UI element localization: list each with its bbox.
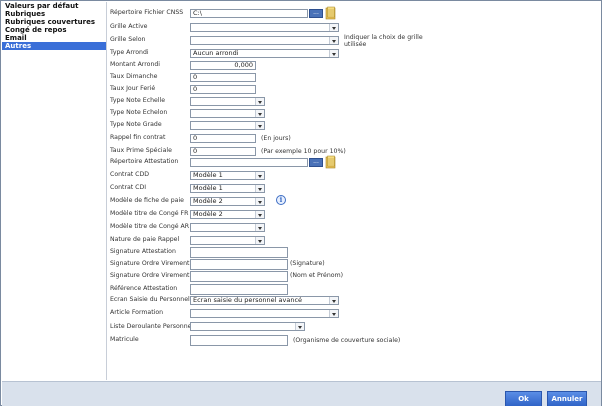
taux-jour-ferie-input[interactable]: 0 xyxy=(190,85,256,94)
taux-prime-speciale-label: Taux Prime Spéciale xyxy=(110,147,172,154)
chevron-down-icon[interactable] xyxy=(329,37,338,44)
contrat-cdd-select[interactable]: Modèle 1 xyxy=(190,171,265,180)
montant-arrondi-input[interactable]: 0,000 xyxy=(190,61,256,70)
signature-ordre-virement-nom-label: Signature Ordre Virement xyxy=(110,272,190,279)
taux-dimanche-label: Taux Dimanche xyxy=(110,73,158,80)
type-note-echelle-label: Type Note Echelle xyxy=(110,97,166,104)
signature-ordre-virement-input[interactable] xyxy=(190,259,288,270)
article-formation-select[interactable] xyxy=(190,309,339,318)
chevron-down-icon[interactable] xyxy=(329,297,338,304)
modele-conge-ar-select[interactable] xyxy=(190,223,265,232)
reference-attestation-label: Référence Attestation xyxy=(110,285,178,292)
chevron-down-icon[interactable] xyxy=(255,172,264,179)
matricule-label: Matricule xyxy=(110,336,139,343)
taux-dimanche-input[interactable]: 0 xyxy=(190,73,256,82)
chevron-down-icon[interactable] xyxy=(255,122,264,129)
reference-attestation-input[interactable] xyxy=(190,284,288,295)
ecran-saisie-label: Ecran Saisie du Personnel xyxy=(110,296,190,303)
signature-ordre-virement-nom-input[interactable] xyxy=(190,271,288,282)
modele-conge-fr-value: Modèle 2 xyxy=(193,210,223,218)
signature-attestation-label: Signature Attestation xyxy=(110,248,176,255)
modele-fiche-paie-value: Modèle 2 xyxy=(193,197,223,205)
modele-fiche-paie-select[interactable]: Modèle 2 xyxy=(190,197,265,206)
chevron-down-icon[interactable] xyxy=(329,24,338,31)
article-formation-label: Article Formation xyxy=(110,309,164,316)
matricule-hint: (Organisme de couverture sociale) xyxy=(293,337,401,344)
liste-deroulante-select[interactable] xyxy=(190,322,305,331)
modele-conge-fr-label: Modèle titre de Congé FR xyxy=(110,210,189,217)
matricule-input[interactable] xyxy=(190,335,288,346)
taux-prime-speciale-input[interactable]: 0 xyxy=(190,147,256,156)
chevron-down-icon[interactable] xyxy=(329,310,338,317)
type-note-echelle-select[interactable] xyxy=(190,97,265,106)
ecran-saisie-value: Ecran saisie du personnel avancé xyxy=(193,296,303,304)
type-note-echelon-select[interactable] xyxy=(190,109,265,118)
settings-window: Valeurs par défaut Rubriques Rubriques c… xyxy=(0,0,602,406)
taux-prime-speciale-hint: (Par exemple 10 pour 10%) xyxy=(261,148,346,155)
type-note-grade-label: Type Note Grade xyxy=(110,121,162,128)
sidebar-item-valeurs-par-defaut[interactable]: Valeurs par défaut xyxy=(2,2,106,10)
repertoire-attestation-browse-button[interactable]: ... xyxy=(309,158,323,167)
sidebar-item-email[interactable]: Email xyxy=(2,34,106,42)
type-note-grade-select[interactable] xyxy=(190,121,265,130)
repertoire-attestation-input[interactable] xyxy=(190,158,308,167)
signature-ordre-virement-hint: (Signature) xyxy=(290,260,325,267)
signature-attestation-input[interactable] xyxy=(190,247,288,258)
chevron-down-icon[interactable] xyxy=(255,110,264,117)
chevron-down-icon[interactable] xyxy=(329,50,338,57)
chevron-down-icon[interactable] xyxy=(255,98,264,105)
contrat-cdi-label: Contrat CDI xyxy=(110,184,147,191)
repertoire-cnss-browse-button[interactable]: ... xyxy=(309,9,323,18)
repertoire-attestation-label: Répertoire Attestation xyxy=(110,158,179,165)
grille-selon-label: Grille Selon xyxy=(110,36,146,43)
rappel-fin-contrat-label: Rappel fin contrat xyxy=(110,134,166,141)
signature-ordre-virement-label: Signature Ordre Virement xyxy=(110,260,190,267)
rappel-fin-contrat-input[interactable]: 0 xyxy=(190,134,256,143)
nature-paie-rappel-label: Nature de paie Rappel xyxy=(110,236,180,243)
modele-conge-ar-label: Modèle titre de Congé AR xyxy=(110,223,190,230)
folder-icon[interactable] xyxy=(325,6,337,20)
sidebar-item-rubriques[interactable]: Rubriques xyxy=(2,10,106,18)
grille-active-select[interactable] xyxy=(190,23,339,32)
signature-ordre-virement-nom-hint: (Nom et Prénom) xyxy=(290,272,344,279)
sidebar-item-autres[interactable]: Autres xyxy=(2,42,106,50)
sidebar-item-conge-de-repos[interactable]: Congé de repos xyxy=(2,26,106,34)
ecran-saisie-select[interactable]: Ecran saisie du personnel avancé xyxy=(190,296,339,305)
folder-icon[interactable] xyxy=(325,155,337,169)
chevron-down-icon[interactable] xyxy=(255,185,264,192)
grille-selon-select[interactable] xyxy=(190,36,339,45)
dialog-footer: Ok Annuler xyxy=(2,381,601,406)
liste-deroulante-label: Liste Deroulante Personne xyxy=(110,323,192,330)
type-note-echelon-label: Type Note Echelon xyxy=(110,109,168,116)
repertoire-cnss-label: Répertoire Fichier CNSS xyxy=(110,9,184,16)
nature-paie-rappel-select[interactable] xyxy=(190,236,265,245)
chevron-down-icon[interactable] xyxy=(255,211,264,218)
info-icon[interactable]: i xyxy=(276,195,286,205)
chevron-down-icon[interactable] xyxy=(295,323,304,330)
grille-active-label: Grille Active xyxy=(110,23,148,30)
modele-fiche-paie-label: Modèle de fiche de paie xyxy=(110,197,184,204)
repertoire-cnss-input[interactable]: C:\ xyxy=(190,9,308,18)
contrat-cdi-value: Modèle 1 xyxy=(193,184,223,192)
taux-jour-ferie-label: Taux Jour Ferié xyxy=(110,85,156,92)
montant-arrondi-label: Montant Arrondi xyxy=(110,61,161,68)
ok-button[interactable]: Ok xyxy=(505,391,542,406)
chevron-down-icon[interactable] xyxy=(255,224,264,231)
settings-form: Répertoire Fichier CNSS C:\ ... Grille A… xyxy=(108,2,601,380)
cancel-button[interactable]: Annuler xyxy=(547,391,587,406)
type-arrondi-value: Aucun arrondi xyxy=(193,49,239,57)
contrat-cdd-value: Modèle 1 xyxy=(193,171,223,179)
type-arrondi-label: Type Arrondi xyxy=(110,49,149,56)
chevron-down-icon[interactable] xyxy=(255,198,264,205)
sidebar-item-rubriques-couvertures[interactable]: Rubriques couvertures xyxy=(2,18,106,26)
rappel-fin-contrat-hint: (En jours) xyxy=(261,135,291,142)
contrat-cdd-label: Contrat CDD xyxy=(110,171,150,178)
type-arrondi-select[interactable]: Aucun arrondi xyxy=(190,49,339,58)
sidebar: Valeurs par défaut Rubriques Rubriques c… xyxy=(2,2,107,380)
chevron-down-icon[interactable] xyxy=(255,237,264,244)
contrat-cdi-select[interactable]: Modèle 1 xyxy=(190,184,265,193)
grille-selon-hint: Indiquer la choix de grille utilisée xyxy=(344,34,423,48)
modele-conge-fr-select[interactable]: Modèle 2 xyxy=(190,210,265,219)
